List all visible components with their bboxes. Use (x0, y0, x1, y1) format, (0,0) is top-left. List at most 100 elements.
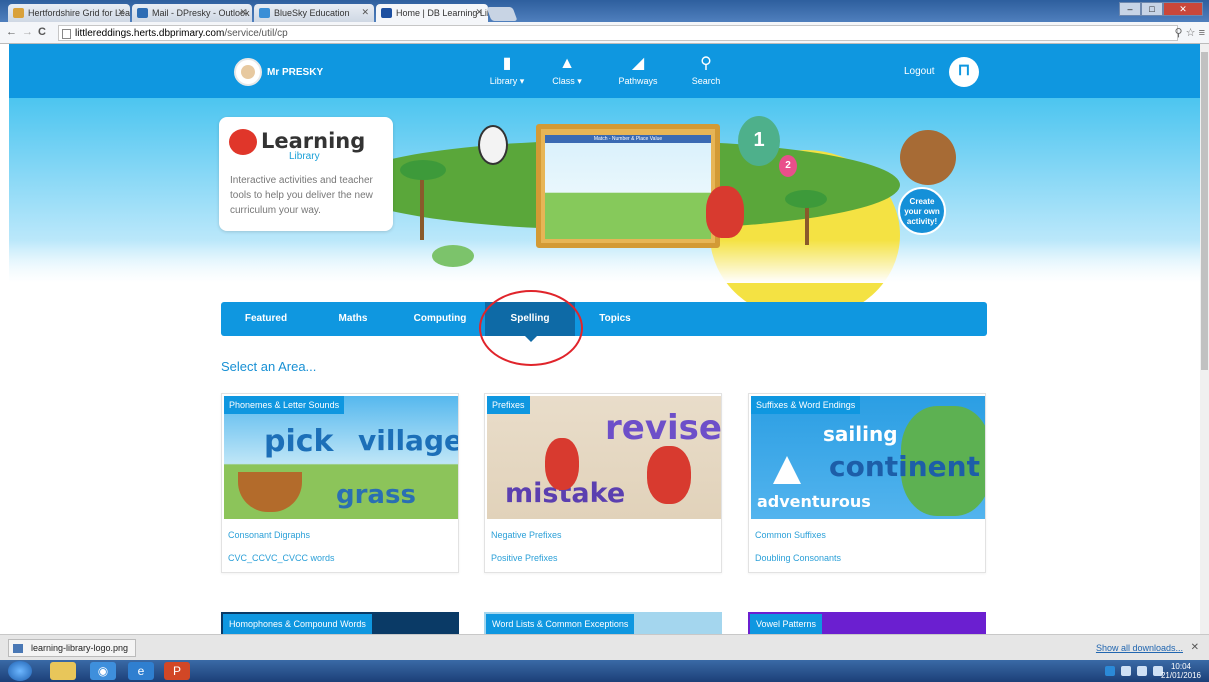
db-favicon-icon (381, 8, 392, 18)
tab-title: Hertfordshire Grid for Lea (28, 8, 130, 18)
parrot-character-icon (706, 186, 744, 238)
highlight-circle-annotation (479, 290, 583, 366)
nav-library[interactable]: ▮ Library ▾ (482, 54, 532, 87)
tab-topics[interactable]: Topics (575, 302, 655, 336)
monkey-character-icon (900, 130, 956, 185)
browser-tab-active[interactable]: Home | DB Learning Libra✕ (376, 4, 488, 22)
back-arrow-icon[interactable]: ← (6, 26, 17, 38)
close-tab-icon[interactable]: ✕ (117, 7, 125, 18)
close-window-icon[interactable]: ✕ (1163, 2, 1203, 16)
flag-icon[interactable] (1137, 666, 1147, 676)
nav-pathways[interactable]: ◢ Pathways (613, 54, 663, 86)
logout-link[interactable]: Logout (904, 66, 935, 77)
new-tab-button[interactable] (486, 7, 518, 21)
link-common-suffixes[interactable]: Common Suffixes (755, 530, 826, 540)
link-negative-prefixes[interactable]: Negative Prefixes (491, 530, 562, 540)
browser-tab[interactable]: Hertfordshire Grid for Lea ✕ (8, 4, 130, 22)
prefixes-illustration: revise mistake Prefixes (487, 396, 721, 519)
avatar[interactable] (234, 58, 262, 86)
pond-frog-icon (432, 245, 474, 267)
brand-title: Learning (261, 129, 366, 153)
site-favicon-icon (13, 8, 24, 18)
area-card-vowel-patterns[interactable]: Vowel Patterns (748, 612, 986, 634)
tab-featured[interactable]: Featured (221, 302, 311, 336)
word-pick: pick (264, 424, 334, 459)
tray-icon[interactable] (1105, 666, 1115, 676)
link-positive-prefixes[interactable]: Positive Prefixes (491, 553, 558, 563)
tab-maths[interactable]: Maths (311, 302, 395, 336)
window-controls: – □ ✕ (1119, 2, 1203, 18)
nav-label: Search (691, 76, 721, 86)
lock-icon[interactable]: ⊓ (949, 57, 979, 87)
area-card-word-lists[interactable]: Word Lists & Common Exceptions (484, 612, 722, 634)
hot-air-balloon-icon: 1 (738, 116, 780, 166)
balloon-icon: 2 (779, 155, 797, 177)
maximize-icon[interactable]: □ (1141, 2, 1163, 16)
word-adventurous: adventurous (757, 492, 871, 511)
area-card-phonemes[interactable]: pick village grass Phonemes & Letter Sou… (221, 393, 459, 573)
show-all-downloads-link[interactable]: Show all downloads... (1096, 643, 1183, 653)
windows-taskbar: ◉ e P 10:04 21/01/2016 (0, 660, 1209, 682)
forward-arrow-icon[interactable]: → (22, 26, 33, 38)
area-card-homophones[interactable]: Homophones & Compound Words (221, 612, 459, 634)
sailboat-icon (773, 456, 801, 484)
palm-leaves-icon (400, 160, 446, 180)
browser-tab[interactable]: BlueSky Education ✕ (254, 4, 374, 22)
clock-time: 10:04 (1170, 662, 1191, 671)
phonemes-illustration: pick village grass Phonemes & Letter Sou… (224, 396, 458, 519)
activity-preview-frame: Match - Number & Place Value (536, 124, 720, 248)
network-icon[interactable] (1121, 666, 1131, 676)
tab-computing[interactable]: Computing (395, 302, 485, 336)
url-input[interactable]: littlereddings.herts.dbprimary.com/servi… (58, 25, 1178, 41)
activity-preview-titlebar: Match - Number & Place Value (545, 135, 711, 143)
close-download-bar-icon[interactable]: ✕ (1191, 642, 1199, 653)
card-title: Suffixes & Word Endings (751, 396, 861, 414)
paper-plane-icon: ◢ (631, 55, 645, 72)
download-filename: learning-library-logo.png (31, 643, 129, 653)
url-host: littlereddings.herts.dbprimary.com (75, 28, 225, 39)
tab-title: Home | DB Learning Libra (396, 8, 488, 18)
internet-explorer-icon[interactable]: e (128, 662, 154, 680)
powerpoint-icon[interactable]: P (164, 662, 190, 680)
tab-title: Mail - DPresky - Outlook (152, 8, 250, 18)
card-title: Vowel Patterns (750, 614, 823, 634)
browser-tab[interactable]: Mail - DPresky - Outlook ✕ (132, 4, 252, 22)
address-bar: ← → C littlereddings.herts.dbprimary.com… (0, 22, 1209, 44)
start-button[interactable] (8, 661, 32, 681)
nav-class[interactable]: ▲ Class ▾ (542, 54, 592, 87)
brand-description: Interactive activities and teacher tools… (230, 175, 373, 216)
nav-label: Library ▾ (489, 76, 525, 86)
palm-tree-icon (420, 170, 424, 240)
clock[interactable]: 10:04 21/01/2016 (1161, 662, 1201, 680)
username[interactable]: Mr PRESKY (267, 67, 323, 78)
link-consonant-digraphs[interactable]: Consonant Digraphs (228, 530, 310, 540)
link-cvc-words[interactable]: CVC_CCVC_CVCC words (228, 553, 335, 563)
nav-search[interactable]: ⚲ Search (681, 54, 731, 86)
word-revise: revise (605, 408, 721, 448)
explorer-icon[interactable] (50, 662, 76, 680)
close-tab-icon[interactable]: ✕ (239, 7, 247, 18)
card-title: Prefixes (487, 396, 530, 414)
download-item[interactable]: learning-library-logo.png (8, 639, 136, 657)
minimize-icon[interactable]: – (1119, 2, 1141, 16)
card-title: Homophones & Compound Words (223, 614, 372, 634)
area-card-prefixes[interactable]: revise mistake Prefixes Negative Prefixe… (484, 393, 722, 573)
brand-subtitle: Library (289, 151, 320, 162)
url-path: /service/util/cp (224, 28, 288, 39)
chrome-icon[interactable]: ◉ (90, 662, 116, 680)
browser-tab-strip: Hertfordshire Grid for Lea ✕ Mail - DPres… (0, 0, 1209, 22)
link-doubling-consonants[interactable]: Doubling Consonants (755, 553, 841, 563)
nav-label: Pathways (618, 76, 658, 86)
search-icon: ⚲ (700, 55, 712, 72)
scrollbar-thumb[interactable] (1201, 52, 1208, 370)
robot-character-icon (478, 125, 508, 165)
area-card-suffixes[interactable]: sailing continent adventurous Suffixes &… (748, 393, 986, 573)
bookmark-star-icon[interactable]: ⚲ ☆ ≡ (1175, 26, 1205, 39)
nav-label: Class ▾ (552, 76, 582, 86)
close-tab-icon[interactable]: ✕ (361, 7, 369, 18)
close-tab-icon[interactable]: ✕ (475, 7, 483, 18)
parrot-character-icon (545, 438, 579, 490)
category-tabs: Featured Maths Computing Spelling Topics (221, 302, 987, 342)
create-activity-button[interactable]: Create your own activity! (898, 187, 946, 235)
reload-icon[interactable]: C (38, 26, 46, 38)
